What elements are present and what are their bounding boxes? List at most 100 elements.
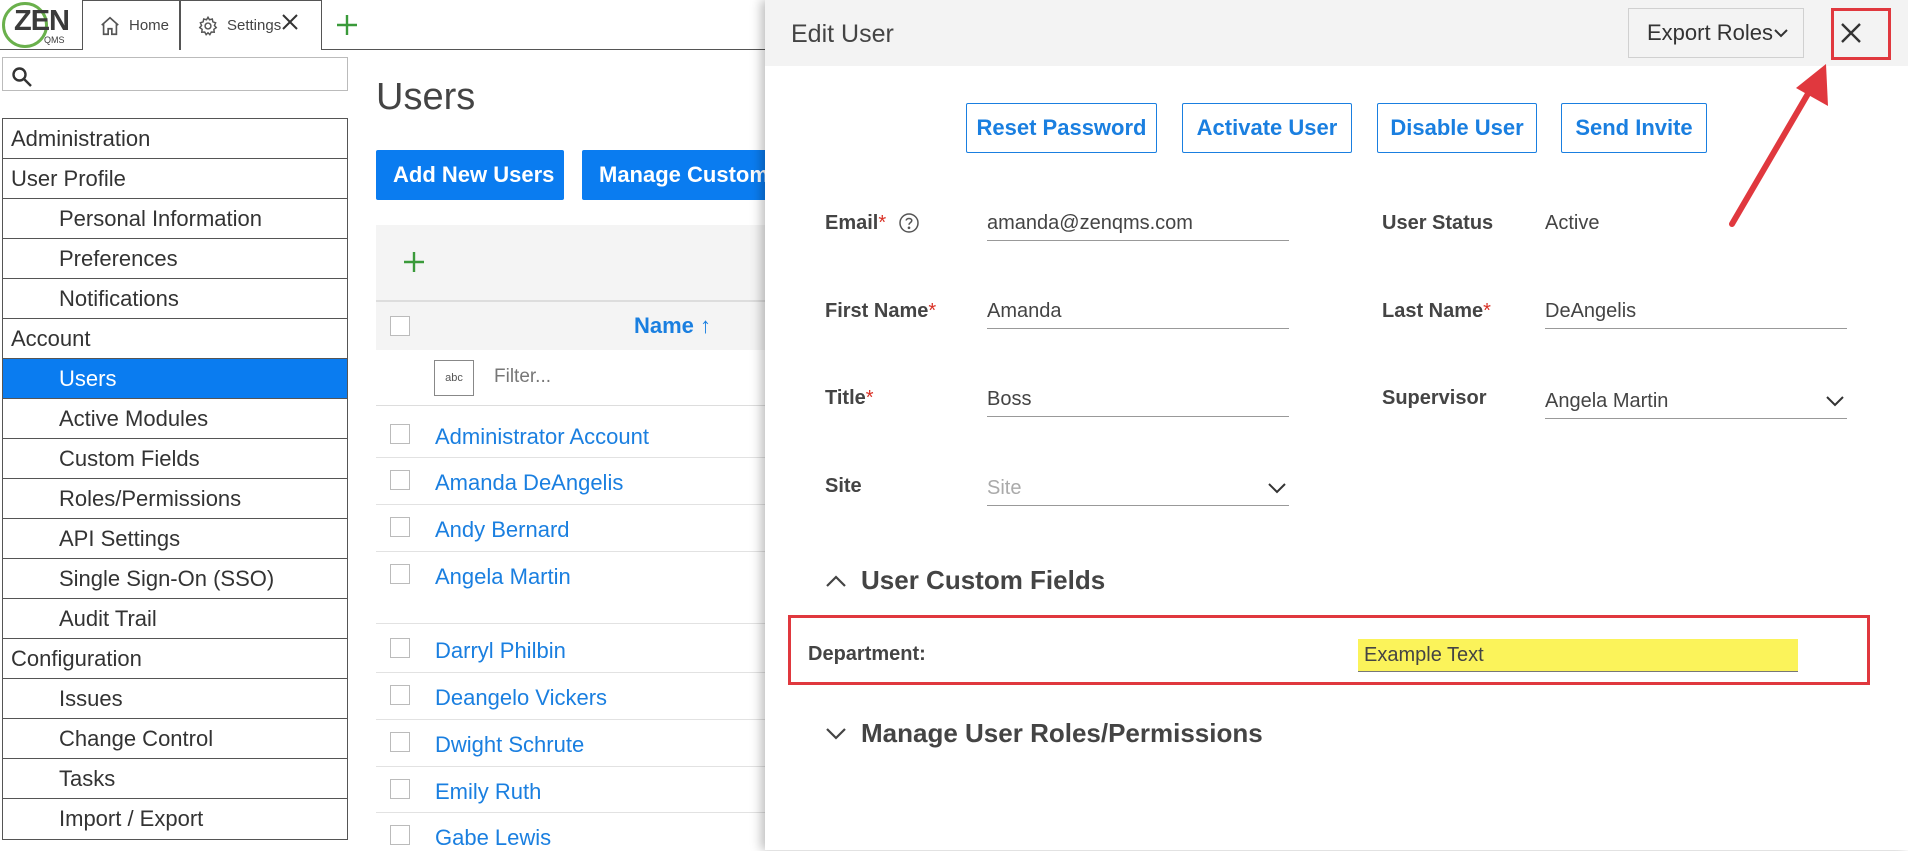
name-filter-input[interactable]: Filter... [494, 366, 551, 388]
department-annotation-box: Department: Example Text [788, 615, 1870, 685]
nav-item-active-modules[interactable]: Active Modules [3, 399, 347, 439]
user-name-link[interactable]: Emily Ruth [435, 779, 541, 805]
user-name-link[interactable]: Darryl Philbin [435, 638, 566, 664]
row-checkbox[interactable] [390, 470, 410, 490]
add-row-icon[interactable] [402, 250, 426, 274]
title-label: Title* [825, 387, 874, 410]
nav-item-personal-information[interactable]: Personal Information [3, 199, 347, 239]
home-icon [101, 16, 119, 35]
supervisor-value: Angela Martin [1545, 390, 1669, 412]
table-row[interactable]: Angela Martin [376, 552, 776, 624]
row-checkbox[interactable] [390, 517, 410, 537]
table-row[interactable]: Andy Bernard [376, 505, 776, 552]
zenqms-logo[interactable]: ZEN QMS [2, 2, 76, 48]
nav-item-preferences[interactable]: Preferences [3, 239, 347, 279]
table-row[interactable]: Administrator Account [376, 412, 776, 458]
nav-item-tasks[interactable]: Tasks [3, 759, 347, 799]
row-checkbox[interactable] [390, 732, 410, 752]
email-field[interactable]: amanda@zenqms.com [987, 209, 1289, 241]
nav-item-issues[interactable]: Issues [3, 679, 347, 719]
export-roles-dropdown[interactable]: Export Roles [1628, 8, 1804, 58]
row-checkbox[interactable] [390, 564, 410, 584]
chevron-down-icon [1268, 483, 1286, 494]
supervisor-select[interactable]: Angela Martin [1545, 387, 1847, 419]
nav-item-audit-trail[interactable]: Audit Trail [3, 599, 347, 639]
send-invite-button[interactable]: Send Invite [1561, 103, 1707, 153]
first-name-field[interactable]: Amanda [987, 297, 1289, 329]
manage-roles-heading: Manage User Roles/Permissions [861, 718, 1263, 748]
add-tab-icon[interactable] [336, 10, 358, 38]
required-mark: * [928, 300, 937, 322]
help-icon[interactable] [898, 212, 920, 234]
text-filter-icon[interactable]: abc [434, 360, 474, 396]
nav-item-api-settings[interactable]: API Settings [3, 519, 347, 559]
site-select[interactable]: Site [987, 474, 1289, 506]
nav-item-custom-fields[interactable]: Custom Fields [3, 439, 347, 479]
nav-item-import-export[interactable]: Import / Export [3, 799, 347, 839]
nav-item-sso[interactable]: Single Sign-On (SSO) [3, 559, 347, 599]
page-title: Users [376, 76, 476, 118]
user-status-label: User Status [1382, 212, 1494, 234]
first-name-label-text: First Name [825, 300, 929, 322]
first-name-label: First Name* [825, 300, 936, 323]
user-custom-fields-heading: User Custom Fields [861, 565, 1106, 595]
email-label-text: Email [825, 212, 879, 234]
export-roles-label: Export Roles [1647, 20, 1773, 45]
logo-subtext: QMS [44, 35, 65, 45]
table-row[interactable]: Darryl Philbin [376, 626, 776, 673]
gear-icon [198, 15, 218, 36]
settings-nav: Administration User Profile Personal Inf… [2, 118, 348, 840]
row-checkbox[interactable] [390, 638, 410, 658]
last-name-field[interactable]: DeAngelis [1545, 297, 1847, 329]
user-name-link[interactable]: Dwight Schrute [435, 732, 584, 758]
manage-custom-fields-button[interactable]: Manage Custom [582, 150, 782, 200]
user-name-link[interactable]: Angela Martin [435, 564, 571, 590]
table-row[interactable]: Amanda DeAngelis [376, 458, 776, 505]
tab-settings[interactable]: Settings [180, 0, 322, 50]
row-checkbox[interactable] [390, 685, 410, 705]
activate-user-button[interactable]: Activate User [1182, 103, 1352, 153]
nav-item-user-profile[interactable]: User Profile [3, 159, 347, 199]
supervisor-label: Supervisor [1382, 387, 1487, 409]
user-name-link[interactable]: Amanda DeAngelis [435, 470, 623, 496]
user-name-link[interactable]: Deangelo Vickers [435, 685, 607, 711]
row-checkbox[interactable] [390, 825, 410, 845]
title-field[interactable]: Boss [987, 385, 1289, 417]
department-label: Department: [808, 643, 926, 665]
table-row[interactable]: Gabe Lewis [376, 813, 776, 850]
nav-item-change-control[interactable]: Change Control [3, 719, 347, 759]
reset-password-button[interactable]: Reset Password [966, 103, 1157, 153]
nav-item-users[interactable]: Users [3, 359, 347, 399]
chevron-up-icon [826, 574, 846, 587]
search-icon [12, 67, 32, 87]
user-name-link[interactable]: Andy Bernard [435, 517, 570, 543]
site-placeholder: Site [987, 477, 1022, 499]
title-label-text: Title [825, 387, 866, 409]
nav-item-account[interactable]: Account [3, 319, 347, 359]
nav-item-configuration[interactable]: Configuration [3, 639, 347, 679]
user-custom-fields-toggle[interactable]: User Custom Fields [825, 565, 1105, 596]
department-field[interactable]: Example Text [1358, 639, 1798, 672]
close-tab-icon[interactable] [281, 13, 299, 31]
logo-text: ZEN [14, 5, 70, 37]
tab-home[interactable]: Home [82, 0, 180, 50]
select-all-checkbox[interactable] [390, 316, 410, 336]
disable-user-button[interactable]: Disable User [1377, 103, 1537, 153]
add-new-users-button[interactable]: Add New Users [376, 150, 564, 200]
nav-item-notifications[interactable]: Notifications [3, 279, 347, 319]
table-row[interactable]: Deangelo Vickers [376, 673, 776, 720]
settings-search-input[interactable] [2, 57, 348, 91]
annotation-arrow [1729, 64, 1828, 227]
user-name-link[interactable]: Gabe Lewis [435, 825, 551, 851]
row-checkbox[interactable] [390, 779, 410, 799]
last-name-label-text: Last Name [1382, 300, 1484, 322]
top-tab-bar: ZEN QMS Home Settings [0, 0, 770, 50]
user-name-link[interactable]: Administrator Account [435, 424, 649, 450]
table-row[interactable]: Emily Ruth [376, 767, 776, 813]
nav-item-administration[interactable]: Administration [3, 119, 347, 159]
manage-roles-toggle[interactable]: Manage User Roles/Permissions [825, 718, 1263, 749]
name-column-header[interactable]: Name ↑ [634, 313, 711, 339]
table-row[interactable]: Dwight Schrute [376, 720, 776, 767]
row-checkbox[interactable] [390, 424, 410, 444]
nav-item-roles-permissions[interactable]: Roles/Permissions [3, 479, 347, 519]
